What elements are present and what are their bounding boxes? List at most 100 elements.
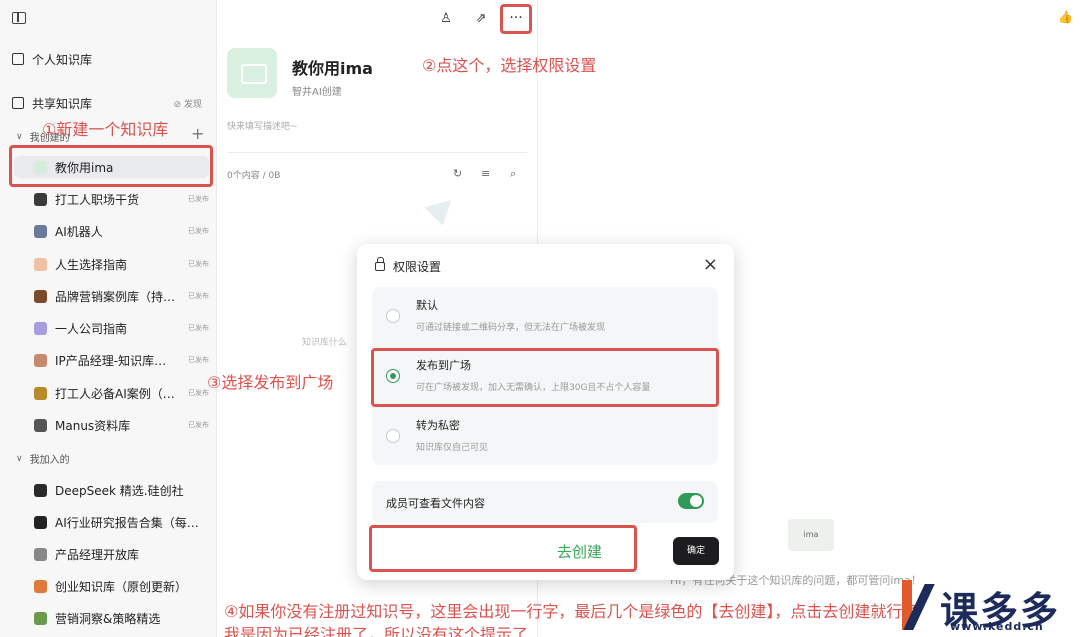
- kb-item-name: AI机器人: [55, 224, 103, 239]
- annotation-box-kb-item: [9, 145, 213, 187]
- member-view-toggle[interactable]: [678, 493, 704, 509]
- published-badge: 已发布: [188, 389, 209, 397]
- sort-icon[interactable]: ≡: [481, 167, 490, 180]
- sidebar-kb-item[interactable]: 打工人职场干货 已发布: [34, 188, 209, 210]
- sidebar-kb-item[interactable]: IP产品经理-知识库… 已发布: [34, 349, 209, 371]
- kb-icon: [34, 192, 47, 206]
- ima-logo: ima: [788, 519, 834, 551]
- sidebar-kb-item[interactable]: AI行业研究报告合集（每…: [34, 511, 209, 533]
- sidebar-kb-item[interactable]: 产品经理开放库: [34, 543, 209, 565]
- shared-kb-icon: [12, 97, 24, 109]
- option-desc: 可通过链接或二维码分享，但无法在广场被发现: [416, 323, 606, 333]
- kb-item-name: 人生选择指南: [55, 257, 128, 272]
- sidebar-kb-item[interactable]: 品牌营销案例库（持… 已发布: [34, 285, 209, 307]
- kb-cover-image[interactable]: [227, 48, 277, 98]
- divider: [227, 152, 527, 153]
- kb-item-name: AI行业研究报告合集（每…: [55, 515, 199, 530]
- option-title: 转为私密: [416, 419, 460, 432]
- kb-icon: [34, 515, 47, 529]
- radio-private[interactable]: [386, 429, 400, 443]
- dialog-title-text: 权限设置: [393, 260, 442, 274]
- published-badge: 已发布: [188, 260, 209, 268]
- kb-item-name: 一人公司指南: [55, 321, 128, 336]
- lock-icon: [375, 257, 385, 271]
- search-icon[interactable]: ⌕: [510, 167, 516, 181]
- kb-item-name: 创业知识库（原创更新）: [55, 579, 188, 594]
- kb-item-name: 产品经理开放库: [55, 547, 140, 562]
- kb-item-name: IP产品经理-知识库…: [55, 353, 167, 368]
- annotation-step1: ①新建一个知识库: [42, 120, 169, 139]
- kb-icon: [34, 257, 47, 271]
- published-badge: 已发布: [188, 227, 209, 235]
- sidebar-item-label: 个人知识库: [32, 52, 93, 67]
- option-desc: 知识库仅自己可见: [416, 443, 489, 453]
- sidebar-kb-item[interactable]: 创业知识库（原创更新）: [34, 575, 209, 597]
- sidebar-kb-item[interactable]: 人生选择指南 已发布: [34, 253, 209, 275]
- more-options-button[interactable]: ···: [500, 4, 532, 34]
- kb-icon: [34, 321, 47, 335]
- annotation-box-go-create: [369, 525, 637, 572]
- kb-item-name: 品牌营销案例库（持…: [55, 289, 176, 304]
- kb-icon: [34, 483, 47, 497]
- empty-hint: 知识库什么: [302, 338, 348, 348]
- annotation-box-publish-option: [371, 348, 719, 407]
- kb-content-count: 0个内容 / 0B: [227, 171, 281, 181]
- refresh-icon[interactable]: ↻: [453, 167, 462, 180]
- kb-icon: [34, 579, 47, 593]
- published-badge: 已发布: [188, 195, 209, 203]
- kedd-logo-mark: [900, 580, 936, 630]
- chevron-down-icon: ∨: [16, 131, 23, 142]
- share-icon[interactable]: ⇗: [471, 10, 491, 28]
- close-icon[interactable]: ×: [703, 254, 718, 275]
- joined-group-header[interactable]: ∨ 我加入的: [16, 451, 70, 467]
- kb-item-name: Manus资料库: [55, 418, 131, 433]
- member-view-label: 成员可查看文件内容: [386, 497, 485, 510]
- published-badge: 已发布: [188, 356, 209, 364]
- kb-item-name: 打工人职场干货: [55, 192, 140, 207]
- kb-icon: [34, 353, 47, 367]
- sidebar-kb-item[interactable]: 一人公司指南 已发布: [34, 317, 209, 339]
- sidebar-item-label: 共享知识库: [32, 96, 93, 111]
- paper-plane-icon: [424, 190, 460, 226]
- sidebar-kb-item[interactable]: 打工人必备AI案例（… 已发布: [34, 382, 209, 404]
- annotation-step4-line1: ④如果你没有注册过知识号，这里会出现一行字，最后几个是绿色的【去创建】，点击去创…: [224, 602, 919, 621]
- discover-link[interactable]: ⊘ 发现: [174, 97, 202, 110]
- published-badge: 已发布: [188, 292, 209, 300]
- sidebar-kb-item[interactable]: Manus资料库 已发布: [34, 414, 209, 436]
- option-title: 默认: [416, 299, 438, 312]
- member-view-row: 成员可查看文件内容: [372, 481, 718, 523]
- kb-title[interactable]: 教你用ima: [292, 55, 373, 79]
- personal-kb-icon: [12, 53, 24, 65]
- kb-icon: [34, 418, 47, 432]
- kb-description-input[interactable]: 快来填写描述吧~: [227, 119, 298, 132]
- watermark-url: www.kedd.cn: [950, 620, 1044, 633]
- kb-item-name: 打工人必备AI案例（…: [55, 386, 175, 401]
- chevron-down-icon: ∨: [16, 453, 23, 464]
- sidebar-item-shared-kb[interactable]: 共享知识库: [12, 93, 92, 113]
- annotation-step4-line2: 我是因为已经注册了，所以没有这个提示了: [224, 625, 529, 637]
- joined-group-label: 我加入的: [29, 455, 70, 466]
- kb-icon: [34, 224, 47, 238]
- sidebar-kb-item[interactable]: DeepSeek 精选.硅创社: [34, 479, 209, 501]
- option-default[interactable]: 默认 可通过链接或二维码分享，但无法在广场被发现: [372, 287, 718, 345]
- published-badge: 已发布: [188, 324, 209, 332]
- members-icon[interactable]: ♙: [436, 10, 456, 28]
- confirm-button[interactable]: 确定: [673, 537, 719, 565]
- sidebar-item-personal-kb[interactable]: 个人知识库: [12, 49, 92, 69]
- annotation-step3: ③选择发布到广场: [207, 373, 334, 392]
- kb-icon: [34, 547, 47, 561]
- annotation-step2: ②点这个，选择权限设置: [422, 56, 597, 75]
- sidebar-kb-item[interactable]: 营销洞察&策略精选: [34, 607, 209, 629]
- dialog-title: 权限设置: [375, 257, 442, 275]
- kb-item-name: DeepSeek 精选.硅创社: [55, 483, 184, 498]
- radio-default[interactable]: [386, 309, 400, 323]
- published-badge: 已发布: [188, 421, 209, 429]
- sidebar-toggle-icon[interactable]: [12, 12, 26, 24]
- thumbs-up-icon[interactable]: 👍: [1058, 10, 1074, 26]
- kb-icon: [34, 386, 47, 400]
- add-kb-button[interactable]: +: [191, 124, 204, 143]
- kb-creator: 智井AI创建: [292, 87, 342, 98]
- kb-icon: [34, 611, 47, 625]
- option-private[interactable]: 转为私密 知识库仅自己可见: [372, 407, 718, 465]
- sidebar-kb-item[interactable]: AI机器人 已发布: [34, 220, 209, 242]
